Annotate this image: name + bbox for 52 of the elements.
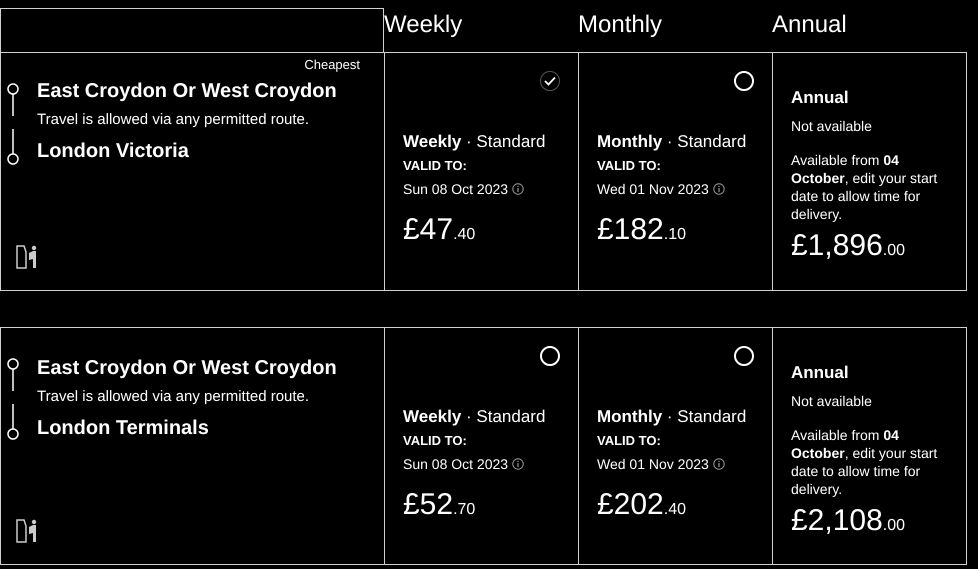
- route-line-icon: [6, 358, 20, 440]
- price: £1,896: [791, 229, 883, 263]
- column-header: Weekly: [384, 10, 464, 40]
- info-icon[interactable]: [712, 183, 725, 195]
- price-pence: .10: [664, 226, 686, 244]
- route-line-icon: [6, 83, 20, 165]
- route-note: Travel is allowed via any permitted route.: [37, 110, 310, 130]
- origin-station: East Croydon Or West Croydon: [37, 79, 338, 104]
- valid-date: Wed 01 Nov 2023: [597, 455, 709, 474]
- valid-label: VALID TO:: [403, 432, 468, 450]
- availability-message: Available from 04 October, edit your start date to allow time for delivery.: [791, 426, 938, 498]
- price-pence: .70: [453, 501, 476, 519]
- price: £47: [403, 213, 454, 247]
- fare-option[interactable]: Monthly · Standard VALID TO: Wed 01 Nov 2023 £202.40: [578, 328, 772, 564]
- price-pence: .40: [453, 226, 476, 244]
- price: £52: [403, 488, 454, 522]
- price-pence: .00: [882, 242, 906, 260]
- destination-station: London Victoria: [37, 139, 190, 164]
- fare-title: Annual: [791, 87, 850, 109]
- fare-option[interactable]: Weekly · Standard VALID TO: Sun 08 Oct 2023 £52.70: [384, 328, 578, 564]
- fare-title: Monthly · Standard: [597, 131, 748, 153]
- column-header: Annual: [772, 10, 848, 40]
- fare-title: Annual: [791, 362, 850, 384]
- info-icon[interactable]: [712, 458, 725, 470]
- valid-label: VALID TO:: [403, 157, 468, 175]
- fare-title: Monthly · Standard: [597, 406, 748, 428]
- fare-title: Weekly · Standard: [403, 131, 546, 153]
- availability-message: Available from 04 October, edit your start date to allow time for delivery.: [791, 151, 938, 223]
- availability-status: Not available: [791, 392, 873, 410]
- valid-date: Sun 08 Oct 2023: [403, 180, 508, 199]
- info-icon[interactable]: [512, 458, 524, 470]
- fare-option[interactable]: Weekly · Standard VALID TO: Sun 08 Oct 2023 £47.40: [384, 53, 578, 290]
- valid-label: VALID TO:: [597, 157, 662, 175]
- price: £2,108: [791, 504, 883, 538]
- column-header: Monthly: [578, 10, 664, 40]
- price: £182: [597, 213, 664, 247]
- destination-station: London Terminals: [37, 416, 210, 441]
- cheapest-label: Cheapest: [304, 57, 360, 72]
- check-icon: [544, 76, 556, 86]
- valid-date: Sun 08 Oct 2023: [403, 455, 508, 474]
- price-pence: .40: [664, 501, 686, 519]
- valid-label: VALID TO:: [597, 432, 662, 450]
- route-note: Travel is allowed via any permitted route.: [37, 387, 310, 407]
- origin-station: East Croydon Or West Croydon: [37, 356, 338, 381]
- fare-title: Weekly · Standard: [403, 406, 546, 428]
- radio-button[interactable]: [540, 71, 560, 91]
- fare-option[interactable]: Monthly · Standard VALID TO: Wed 01 Nov 2023 £182.10: [578, 53, 772, 290]
- price-pence: .00: [882, 517, 906, 535]
- valid-date: Wed 01 Nov 2023: [597, 180, 709, 199]
- info-icon[interactable]: [512, 183, 524, 195]
- availability-status: Not available: [791, 117, 873, 135]
- price: £202: [597, 488, 664, 522]
